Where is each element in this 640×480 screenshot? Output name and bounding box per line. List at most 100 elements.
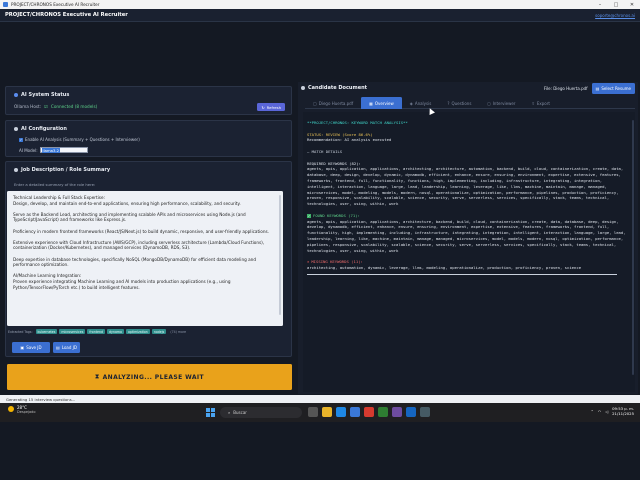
jd-title: Job Description / Role Summary (14, 167, 110, 173)
jd-paragraph: Serve as the Backend Lead, architecting … (13, 211, 246, 223)
app-icon (3, 2, 8, 7)
terminal-icon[interactable] (378, 407, 388, 417)
weather-widget[interactable]: 28°C Despejado (8, 405, 36, 415)
select-resume-button[interactable]: ▤ Select Resume (591, 82, 635, 94)
document-icon (14, 168, 18, 172)
tab-label: Interviewer (492, 100, 516, 106)
taskbar-search[interactable]: ⌕ Buscar (220, 407, 302, 418)
required-keywords: agents, apis, application, applications,… (307, 166, 624, 207)
save-icon: ▣ (20, 345, 25, 350)
window-controls: – □ ✕ (592, 0, 640, 9)
check-icon: ✓ (307, 213, 311, 218)
task-view-icon[interactable] (308, 407, 318, 417)
app-header: PROJECT/CHRONOS Executive AI Recruiter s… (0, 9, 640, 22)
close-icon[interactable]: ✕ (624, 0, 640, 9)
ai-model-value: llama3.2 (41, 147, 61, 153)
jd-hint: Enter a detailed summary of the role her… (14, 182, 96, 187)
tab-document[interactable]: ▢ Diego Huerta.pdf (305, 97, 361, 109)
tag-chip: nodejs (151, 329, 167, 334)
support-link[interactable]: soporte@chronos.ai (595, 13, 635, 18)
ai-model-label: AI Model: (19, 147, 38, 153)
taskbar-apps (308, 407, 430, 417)
candidate-header: Candidate Document File: Diego Huerta.pd… (298, 82, 638, 94)
edge-icon[interactable] (350, 407, 360, 417)
chat-icon: ◻ (487, 100, 491, 106)
analyze-button[interactable]: ⧗ ANALYZING... PLEASE WAIT (7, 364, 292, 390)
folder-icon: ▤ (595, 85, 600, 91)
question-icon: ? (447, 100, 450, 106)
search-placeholder: Buscar (233, 410, 247, 415)
ai-model-row: AI Model: llama3.2 (19, 147, 88, 153)
document-icon: ▢ (313, 100, 317, 106)
load-jd-button[interactable]: ▤ Load JD (53, 342, 80, 353)
vscode-icon[interactable] (336, 407, 346, 417)
save-jd-button[interactable]: ▣ Save JD (12, 342, 50, 353)
analysis-icon: ◈ (409, 100, 413, 106)
folder-icon: ▤ (56, 345, 60, 350)
tags-label: Extracted Tags: (8, 329, 33, 334)
minimize-icon[interactable]: – (592, 0, 608, 9)
analyze-label: ANALYZING... PLEASE WAIT (102, 373, 204, 381)
tab-overview[interactable]: ▦ Overview (361, 97, 402, 109)
tab-questions[interactable]: ? Questions (439, 97, 479, 109)
found-keywords-title-text: FOUND KEYWORDS (71): (313, 212, 360, 218)
ai-status-title: AI System Status (14, 92, 69, 98)
system-tray: ⌃ ◠ ◁ 09:53 p. m. 21/11/2025 (591, 406, 634, 416)
file-explorer-icon[interactable] (322, 407, 332, 417)
jd-title-text: Job Description / Role Summary (21, 167, 111, 173)
windows-start-icon[interactable] (206, 408, 215, 417)
python-icon[interactable] (406, 407, 416, 417)
report-header: **PROJECT/CHRONOS: KEYWORD MATCH ANALYSI… (307, 120, 408, 125)
status-bar: Generating 15 interview questions... (0, 395, 640, 403)
window-title: PROJECT/CHRONOS Executive AI Recruiter (11, 2, 100, 7)
refresh-label: Refresh (266, 104, 281, 110)
candidate-title: Candidate Document (301, 85, 367, 91)
export-icon: ⇪ (531, 100, 535, 106)
volume-icon[interactable]: ◁ (605, 409, 608, 414)
opera-icon[interactable] (364, 407, 374, 417)
jd-textarea[interactable]: Technical Leadership & Full Stack Expert… (7, 191, 283, 326)
ai-config-title: AI Configuration (14, 126, 67, 132)
jd-scrollbar[interactable] (279, 195, 281, 315)
hourglass-icon: ⧗ (94, 373, 100, 380)
taskbar: 28°C Despejado ⌕ Buscar ⌃ ◠ ◁ 09:53 p. m… (0, 403, 640, 422)
ollama-host-label: Ollama Host: (14, 104, 42, 109)
tab-label: Export (536, 100, 550, 106)
connection-status: Connected (8 models) (50, 104, 98, 109)
ollama-status-row: Ollama Host: ☑ Connected (8 models) (14, 104, 97, 109)
analysis-report: **PROJECT/CHRONOS: KEYWORD MATCH ANALYSI… (303, 112, 635, 392)
tag-chip: dynamo (107, 329, 124, 334)
app-window-icon[interactable] (420, 407, 430, 417)
enable-ai-checkbox[interactable]: ✓ Enable AI Analysis (Summary + Question… (19, 137, 140, 142)
maximize-icon[interactable]: □ (608, 0, 624, 9)
divider (307, 273, 617, 275)
tag-chip: optimization (125, 329, 150, 334)
tag-chip: kubernetes (35, 329, 58, 334)
candidate-panel: Candidate Document File: Diego Huerta.pd… (298, 82, 638, 394)
chevron-up-icon[interactable]: ⌃ (591, 409, 594, 414)
document-icon (301, 86, 305, 90)
tab-export[interactable]: ⇪ Export (523, 97, 557, 109)
jd-paragraph: AI/Machine Learning Integration: Proven … (13, 273, 231, 290)
clock-date: 21/11/2025 (612, 411, 634, 416)
app-icon[interactable] (392, 407, 402, 417)
tab-analysis[interactable]: ◈ Analysis (402, 97, 440, 109)
refresh-button[interactable]: ↻ Refresh (257, 103, 285, 111)
wifi-icon[interactable]: ◠ (598, 409, 601, 414)
tab-interviewer[interactable]: ◻ Interviewer (479, 97, 523, 109)
clock[interactable]: 09:53 p. m. 21/11/2025 (612, 406, 634, 416)
tag-chip: frontend (87, 329, 106, 334)
tab-label: Analysis (414, 100, 432, 106)
candidate-title-text: Candidate Document (308, 85, 368, 91)
jd-paragraph: Proficiency in modern frontend framework… (13, 228, 270, 234)
enable-ai-label: Enable AI Analysis (Summary + Questions … (25, 137, 140, 142)
tab-label: Overview (374, 100, 394, 106)
checkbox-checked-icon: ✓ (19, 137, 23, 142)
report-scrollbar[interactable] (632, 120, 634, 375)
ai-config-panel: AI Configuration ✓ Enable AI Analysis (S… (5, 120, 292, 157)
cross-icon: ✕ (307, 259, 310, 265)
report-recommendation: Recommendation: AI analysis executed (307, 137, 392, 143)
select-resume-label: Select Resume (601, 85, 631, 91)
ai-model-select[interactable]: llama3.2 (39, 147, 88, 153)
tag-chip: microservices (59, 329, 86, 334)
